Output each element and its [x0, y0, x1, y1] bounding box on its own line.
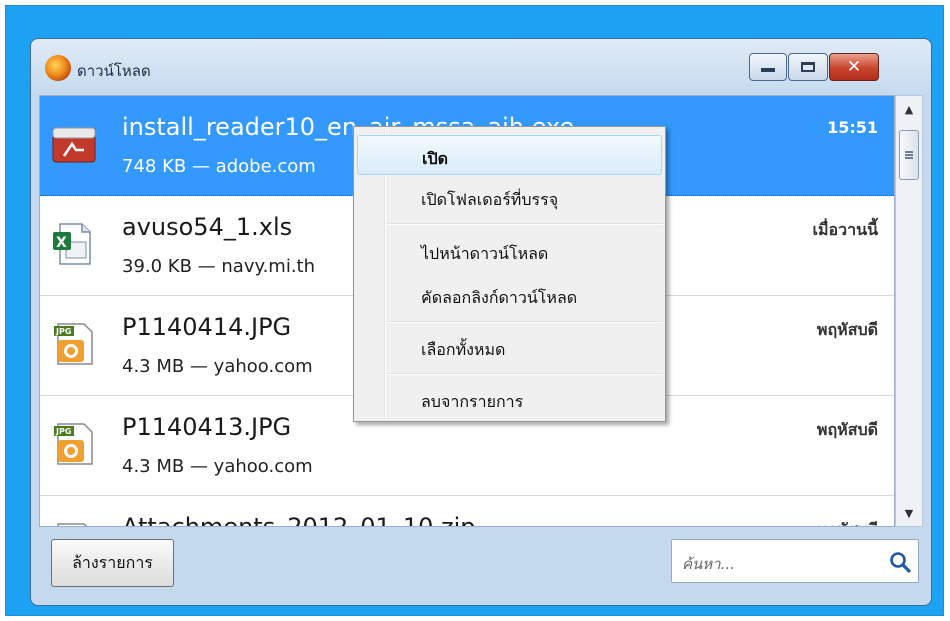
- download-meta: 4.3 MB — yahoo.com: [122, 456, 313, 477]
- search-input[interactable]: ค้นหา...: [671, 539, 919, 583]
- svg-text:JPG: JPG: [55, 327, 71, 336]
- download-filename: avuso54_1.xls: [122, 213, 293, 241]
- download-date: พฤหัสบดี: [817, 518, 878, 526]
- menu-item-go-to-download-page[interactable]: ไปหน้าดาวน์โหลด: [357, 231, 662, 271]
- svg-text:JPG: JPG: [55, 427, 71, 436]
- grip-icon: [905, 151, 913, 159]
- title-bar[interactable]: ดาวน์โหลด ✕: [31, 39, 931, 97]
- scroll-up-icon[interactable]: ▲: [896, 96, 922, 122]
- download-item[interactable]: Attachments_2012_01_10.zip พฤหัสบดี: [40, 496, 894, 527]
- maximize-icon: [801, 62, 815, 72]
- search-placeholder: ค้นหา...: [682, 555, 735, 573]
- menu-item-remove-from-list[interactable]: ลบจากรายการ: [357, 379, 662, 419]
- menu-separator: [387, 321, 663, 323]
- minimize-button[interactable]: [749, 53, 787, 81]
- download-filename: P1140414.JPG: [122, 313, 292, 341]
- scroll-thumb[interactable]: [899, 130, 919, 180]
- menu-item-copy-download-link[interactable]: คัดลอกลิงก์ดาวน์โหลด: [357, 275, 662, 315]
- download-meta: 39.0 KB — navy.mi.th: [122, 256, 316, 277]
- download-date: 15:51: [827, 118, 878, 137]
- close-button[interactable]: ✕: [829, 53, 879, 81]
- jpg-file-icon: JPG: [54, 323, 93, 365]
- firefox-icon: [45, 55, 71, 81]
- download-date: เมื่อวานนี้: [812, 220, 878, 239]
- download-meta: 4.3 MB — yahoo.com: [122, 356, 313, 377]
- search-icon[interactable]: [888, 550, 912, 574]
- download-date: พฤหัสบดี: [816, 320, 878, 339]
- zip-file-icon: [57, 523, 88, 526]
- scroll-down-icon[interactable]: ▼: [896, 500, 922, 526]
- menu-separator: [387, 223, 663, 225]
- svg-text:X: X: [56, 235, 67, 251]
- minimize-icon: [761, 68, 775, 72]
- menu-item-open[interactable]: เปิด: [357, 135, 662, 175]
- context-menu: เปิด เปิดโฟลเดอร์ที่บรรจุ ไปหน้าดาวน์โหล…: [353, 126, 666, 422]
- clear-list-button[interactable]: ล้างรายการ: [51, 539, 174, 587]
- download-filename: Attachments_2012_01_10.zip: [122, 513, 476, 527]
- download-meta: 748 KB — adobe.com: [122, 156, 316, 177]
- vertical-scrollbar[interactable]: ▲ ▼: [895, 95, 923, 527]
- menu-item-select-all[interactable]: เลือกทั้งหมด: [357, 327, 662, 367]
- window-title: ดาวน์โหลด: [77, 62, 151, 80]
- pdf-installer-icon: [52, 127, 96, 163]
- download-date: พฤหัสบดี: [816, 420, 878, 439]
- close-icon: ✕: [846, 56, 862, 77]
- maximize-button[interactable]: [788, 53, 828, 81]
- excel-file-icon: X: [53, 223, 91, 265]
- jpg-file-icon: JPG: [54, 423, 93, 465]
- menu-item-open-folder[interactable]: เปิดโฟลเดอร์ที่บรรจุ: [357, 177, 662, 217]
- download-filename: P1140413.JPG: [122, 413, 292, 441]
- menu-separator: [387, 373, 663, 375]
